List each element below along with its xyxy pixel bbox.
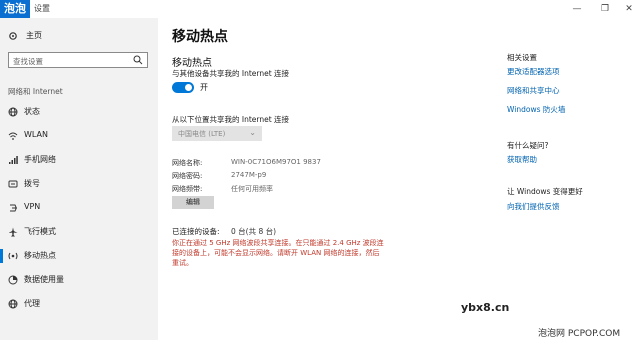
search-placeholder: 查找设置 [13,57,43,66]
sidebar-item-status[interactable]: 状态 [0,102,158,122]
close-button[interactable]: ✕ [622,3,636,15]
sidebar-item-dialup[interactable]: 拨号 [0,174,158,194]
share-description: 与其他设备共享我的 Internet 连接 [172,69,290,78]
sidebar-item-label: 状态 [24,107,40,116]
sidebar-item-label: 数据使用量 [24,275,64,284]
hotspot-toggle[interactable] [172,82,194,93]
sidebar-item-wlan[interactable]: WLAN [0,126,158,146]
window-title: 设置 [34,4,50,13]
password-label: 网络密码: [172,172,203,180]
toggle-knob [185,84,192,91]
main-content: 移动热点 移动热点 与其他设备共享我的 Internet 连接 开 从以下位置共… [172,18,502,340]
get-help-link[interactable]: 获取帮助 [507,154,537,165]
sidebar-item-label: WLAN [24,130,49,139]
related-settings-heading: 相关设置 [507,53,537,62]
hotspot-icon [8,252,18,260]
password-value: 2747M-p9 [231,171,267,179]
chevron-down-icon: ⌄ [249,128,256,137]
sidebar-item-label: 飞行模式 [24,227,56,236]
band-value: 任何可用频率 [231,185,273,193]
vpn-icon [10,204,17,212]
page-title: 移动热点 [172,29,228,45]
network-sharing-center-link[interactable]: 网络和共享中心 [507,85,560,96]
watermark-logo: 泡泡 [0,0,30,18]
network-name-label: 网络名称: [172,159,203,167]
data-usage-icon [8,275,18,285]
dialup-icon [8,180,18,188]
warning-line: 接的设备上，可能不会显示网络。请断开 WLAN 网络的连接，然后 [172,249,380,257]
sidebar-item-proxy[interactable]: 代理 [0,294,158,314]
sidebar-item-label: 移动热点 [24,251,56,260]
globe-icon [8,107,18,117]
sidebar-item-cellular[interactable]: 手机网络 [0,150,158,170]
sidebar-item-label: VPN [24,202,41,211]
gear-icon [9,31,17,40]
connection-dropdown[interactable]: 中国电信 (LTE) ⌄ [172,126,262,141]
section-title: 移动热点 [172,58,212,69]
sidebar-item-label: 手机网络 [24,155,56,164]
home-label: 主页 [26,31,42,40]
sidebar-item-data-usage[interactable]: 数据使用量 [0,270,158,290]
improve-windows-heading: 让 Windows 变得更好 [507,187,583,196]
sidebar-item-vpn[interactable]: VPN [0,198,158,218]
sidebar-item-airplane-mode[interactable]: 飞行模式 [0,222,158,242]
network-name-value: WIN-0C71O6M97O1 9837 [231,158,321,166]
watermark-text: ybx8.cn [461,301,510,314]
maximize-button[interactable]: ❐ [598,3,612,15]
home-nav-item[interactable]: 主页 [8,30,42,41]
windows-firewall-link[interactable]: Windows 防火墙 [507,104,565,115]
connected-label: 已连接的设备: [172,227,220,236]
airplane-icon [8,227,18,237]
warning-line: 你正在通过 5 GHz 网络波段共享连接。在只能通过 2.4 GHz 波段连 [172,239,384,247]
section-label: 网络和 Internet [8,87,63,96]
minimize-button[interactable]: — [570,3,584,15]
signal-icon [9,156,18,164]
wifi-icon [8,132,18,140]
toggle-state-label: 开 [200,83,208,92]
connected-value: 0 台(共 8 台) [231,227,277,236]
feedback-link[interactable]: 向我们提供反馈 [507,201,560,212]
band-label: 网络频带: [172,185,203,193]
question-heading: 有什么疑问? [507,141,549,150]
watermark-text: 泡泡网 PCPOP.COM [538,329,621,339]
sidebar-item-mobile-hotspot[interactable]: 移动热点 [0,246,158,266]
warning-line: 重试。 [172,259,193,267]
band-warning: 你正在通过 5 GHz 网络波段共享连接。在只能通过 2.4 GHz 波段连 接… [172,238,400,268]
adapter-options-link[interactable]: 更改适配器选项 [507,66,560,77]
title-bar: 泡泡 设置 — ❐ ✕ [0,0,640,18]
share-from-label: 从以下位置共享我的 Internet 连接 [172,115,290,124]
search-input[interactable]: 查找设置 [8,52,148,68]
sidebar-item-label: 拨号 [24,179,40,188]
sidebar-item-label: 代理 [24,299,40,308]
globe-icon [8,299,18,309]
edit-button[interactable]: 编辑 [172,196,214,209]
connected-devices-row: 已连接的设备: 0 台(共 8 台) [172,226,276,237]
sidebar: 主页 查找设置 网络和 Internet 状态 WLAN 手机网络 拨号 VPN… [0,18,158,340]
search-icon[interactable] [133,55,143,65]
dropdown-value: 中国电信 (LTE) [178,130,226,138]
